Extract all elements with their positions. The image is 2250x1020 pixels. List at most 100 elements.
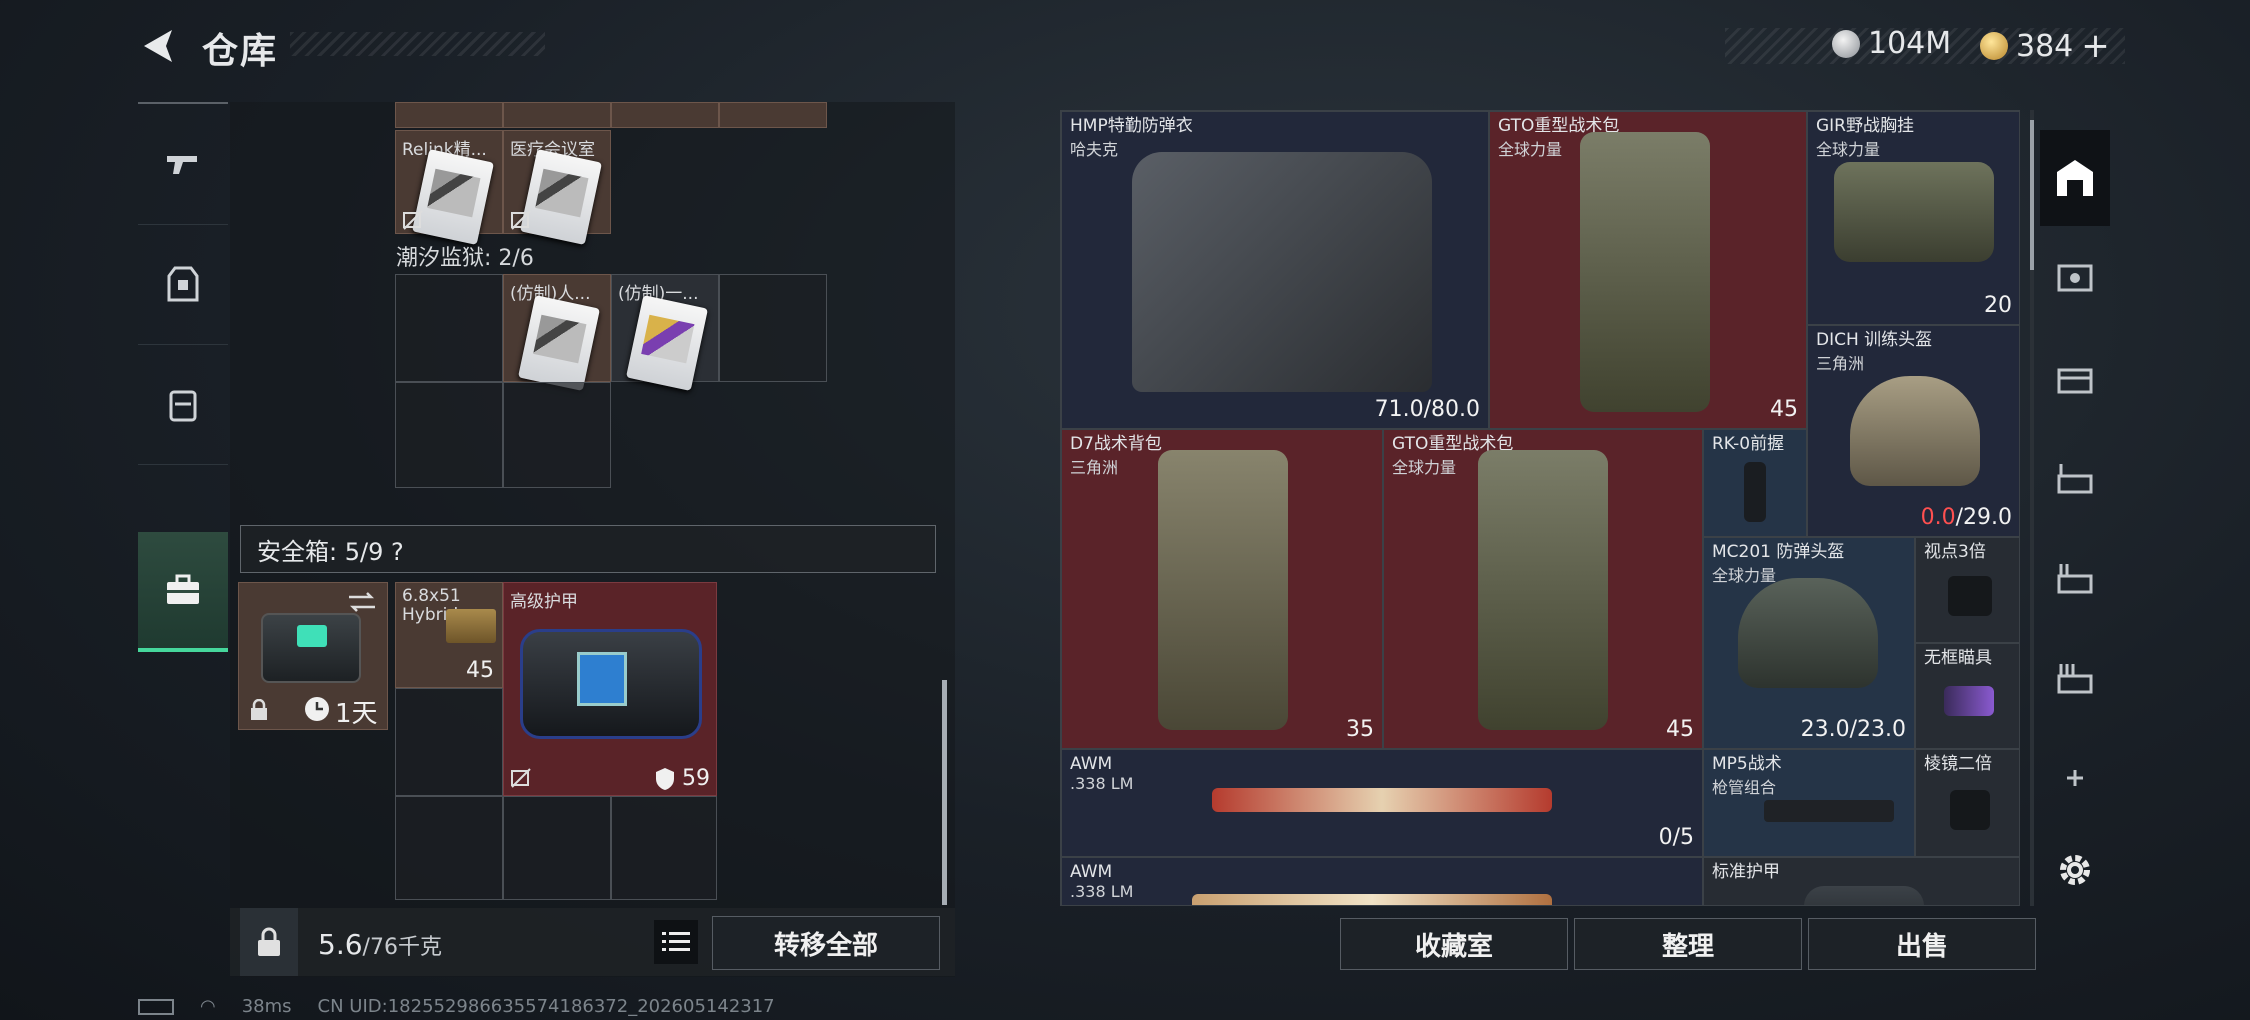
item-name: DICH 训练头盔 — [1816, 330, 1933, 350]
scope-image — [1950, 790, 1990, 830]
add-storage-button[interactable] — [2040, 730, 2110, 826]
list-view-button[interactable] — [654, 920, 698, 964]
inventory-item[interactable]: GIR野战胸挂 全球力量 20 — [1807, 111, 2019, 325]
tab-storage-2[interactable] — [2040, 330, 2110, 426]
inventory-item[interactable]: 无框瞄具 — [1915, 643, 2019, 749]
armor-item[interactable]: 高级护甲 59 — [503, 582, 717, 796]
capacity: 45 — [1666, 717, 1694, 742]
inventory-item[interactable]: 标准护甲 — [1703, 857, 2019, 905]
safe-box-capacity: 安全箱: 5/9 ? — [257, 537, 404, 566]
empty-slot[interactable] — [395, 274, 503, 382]
lock-icon — [251, 699, 267, 720]
storage-tier-1-icon — [2057, 464, 2093, 494]
item-name: 无框瞄具 — [1924, 648, 1992, 668]
foregrip-image — [1744, 462, 1766, 522]
ammo-item[interactable]: 6.8x51 Hybrid 45 — [395, 582, 503, 688]
item-brand: 全球力量 — [1816, 140, 1881, 159]
lock-button[interactable] — [240, 908, 298, 976]
silver-coin-icon — [1832, 29, 1860, 58]
storage-tier-2-icon — [2057, 564, 2093, 594]
wifi-icon: ◠ — [200, 996, 216, 1017]
item-name: RK-0前握 — [1712, 434, 1785, 454]
tab-storage-1[interactable] — [2040, 230, 2110, 326]
empty-slot[interactable] — [395, 382, 503, 488]
keycard-item[interactable]: Relink精... — [395, 130, 503, 245]
empty-slot[interactable] — [503, 796, 611, 900]
item-name: AWM — [1070, 754, 1113, 774]
add-currency-button[interactable]: + — [2081, 26, 2110, 66]
empty-slot[interactable] — [395, 796, 503, 900]
inventory-item[interactable]: GTO重型战术包 全球力量 45 — [1383, 429, 1703, 749]
ammo-count: 45 — [466, 658, 494, 683]
inventory-item[interactable]: GTO重型战术包 全球力量 45 — [1489, 111, 1807, 429]
collection-room-button[interactable]: 收藏室 — [1340, 918, 1568, 970]
tab-storage-3[interactable] — [2040, 430, 2110, 526]
inventory-grid: HMP特勤防弹衣 哈夫克 71.0/80.0 GTO重型战术包 全球力量 45 … — [1060, 110, 2020, 906]
empty-slot[interactable] — [395, 688, 503, 796]
helmet-image — [1850, 376, 1980, 486]
inventory-item[interactable]: 视点3倍 — [1915, 537, 2019, 643]
inventory-item[interactable]: AWM .338 LM — [1061, 857, 1703, 905]
gold-currency[interactable]: 384 + — [1980, 26, 2110, 66]
container-item[interactable]: 1天 — [238, 582, 388, 730]
keycard-image — [625, 295, 709, 391]
transfer-all-button[interactable]: 转移全部 — [712, 916, 940, 970]
tab-main-storage[interactable] — [2040, 130, 2110, 226]
category-safebox[interactable] — [138, 532, 228, 652]
sell-button[interactable]: 出售 — [1808, 918, 2036, 970]
capacity: 45 — [1770, 397, 1798, 422]
item-name: 视点3倍 — [1924, 542, 1986, 562]
category-armor[interactable] — [138, 224, 228, 344]
battery-icon — [138, 998, 174, 1015]
item-caliber: .338 LM — [1070, 882, 1134, 901]
stash-slot[interactable] — [611, 102, 719, 128]
item-name: 标准护甲 — [1712, 862, 1780, 882]
keycard-item[interactable]: (仿制)一... — [611, 274, 719, 391]
item-brand: 三角洲 — [1816, 354, 1865, 373]
pistol-icon — [167, 156, 197, 174]
gear-icon — [2060, 855, 2090, 885]
inventory-item[interactable]: D7战术背包 三角洲 35 — [1061, 429, 1383, 749]
inventory-item[interactable]: DICH 训练头盔 三角洲 0.0/29.0 — [1807, 325, 2019, 537]
inventory-item[interactable]: 棱镜二倍 — [1915, 749, 2019, 857]
inventory-item[interactable]: MP5战术 枪管组合 — [1703, 749, 1915, 857]
no-insurance-icon — [403, 210, 423, 230]
inventory-scrollbar-thumb[interactable] — [2030, 120, 2034, 270]
divider — [138, 464, 228, 465]
item-brand: 哈夫克 — [1070, 140, 1119, 159]
stash-slot[interactable] — [719, 102, 827, 128]
inventory-item[interactable]: RK-0前握 — [1703, 429, 1807, 537]
ammo-count: 0/5 — [1658, 825, 1694, 850]
ping: 38ms — [241, 996, 292, 1017]
empty-slot[interactable] — [503, 382, 611, 488]
title-decoration — [290, 32, 545, 56]
back-button[interactable] — [138, 26, 178, 66]
storage-box-icon — [2057, 264, 2093, 292]
sort-button[interactable]: 整理 — [1574, 918, 1802, 970]
storage-tabs — [2040, 130, 2110, 960]
category-weapons[interactable] — [138, 104, 228, 224]
weight-current: 5.6 — [318, 928, 363, 961]
inventory-item[interactable]: MC201 防弹头盔 全球力量 23.0/23.0 — [1703, 537, 1915, 749]
inventory-item[interactable]: AWM .338 LM 0/5 — [1061, 749, 1703, 857]
inventory-item[interactable]: HMP特勤防弹衣 哈夫克 71.0/80.0 — [1061, 111, 1489, 429]
category-backpacks[interactable] — [138, 344, 228, 464]
silver-amount: 104M — [1868, 26, 1952, 61]
item-name: GIR野战胸挂 — [1816, 116, 1914, 136]
stash-slot[interactable] — [503, 102, 611, 128]
keycard-item[interactable]: (仿制)人... — [503, 274, 611, 391]
vest-icon — [167, 266, 199, 302]
item-name: MC201 防弹头盔 — [1712, 542, 1845, 562]
tab-storage-5[interactable] — [2040, 630, 2110, 726]
swap-icon[interactable] — [347, 591, 377, 613]
shield-icon — [656, 768, 674, 790]
empty-slot[interactable] — [719, 274, 827, 382]
tab-storage-4[interactable] — [2040, 530, 2110, 626]
body-armor-image — [1132, 152, 1432, 392]
stash-scrollbar[interactable] — [942, 680, 947, 905]
stash-slot[interactable] — [395, 102, 503, 128]
keycard-item[interactable]: 医疗会议室 — [503, 130, 611, 245]
settings-button[interactable] — [2040, 822, 2110, 918]
empty-slot[interactable] — [611, 796, 717, 900]
storage-tier-3-icon — [2057, 664, 2093, 694]
